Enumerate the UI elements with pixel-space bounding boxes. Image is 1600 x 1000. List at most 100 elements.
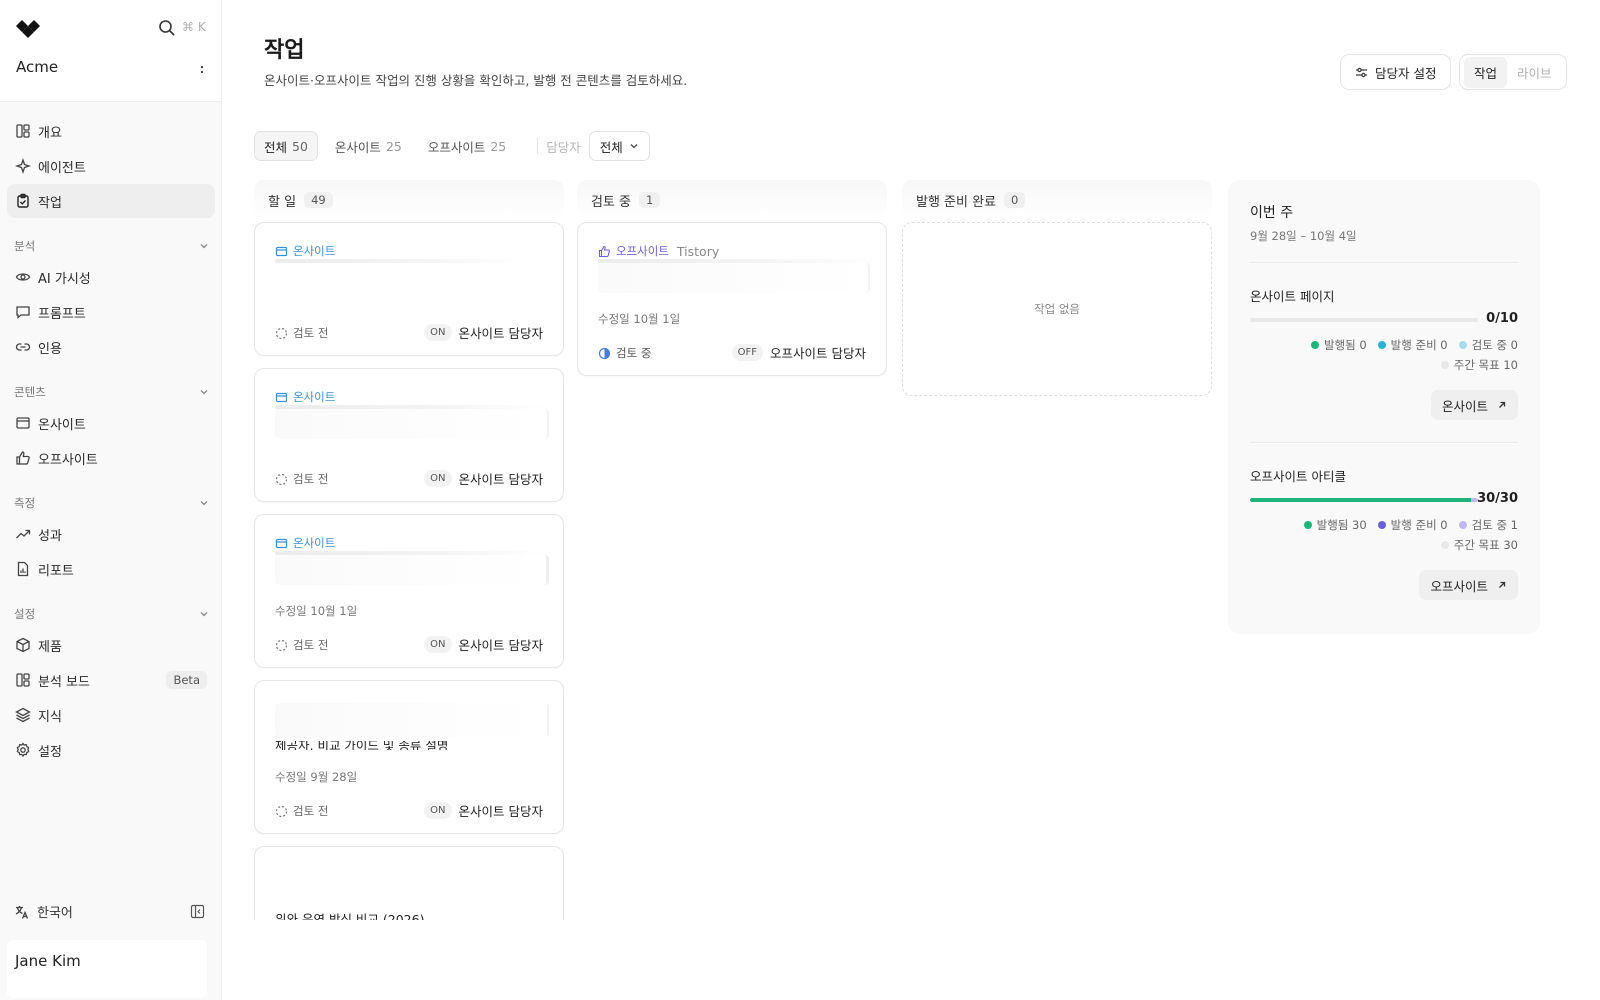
sidebar-item-reports[interactable]: 리포트	[7, 552, 215, 586]
eye-icon	[15, 273, 31, 281]
sidebar-item-analysis-board[interactable]: 분석 보드 Beta	[7, 663, 215, 697]
card-type: 오프사이트 Tistory	[598, 243, 719, 259]
offsite-legend: 발행됨 30 발행 준비 0 검토 중 1	[1293, 517, 1518, 533]
sidebar-item-settings[interactable]: 설정	[7, 733, 215, 767]
task-card[interactable]: 제공자, 비교 가이드 및 종류 설명 수정일 9월 28일 검토 전 ON 온…	[254, 680, 564, 834]
task-card[interactable]: 오프사이트 Tistory 수정일 10월 1일 검토 중 OFF 오프사이트 …	[577, 222, 887, 376]
task-card[interactable]: 온사이트 검토 전 ON 온사이트 담당자	[254, 222, 564, 356]
legend-label: 발행됨 30	[1316, 518, 1367, 532]
message-icon	[16, 306, 30, 319]
offsite-link-button[interactable]: 오프사이트	[1419, 570, 1518, 600]
sidebar-item-performance[interactable]: 성과	[7, 517, 215, 551]
sidebar-item-knowledge[interactable]: 지식	[7, 698, 215, 732]
sidebar-item-prompts[interactable]: 프롬프트	[7, 295, 215, 329]
filter-onsite[interactable]: 온사이트 25	[326, 131, 411, 161]
legend-dot	[1458, 521, 1467, 529]
user-menu[interactable]: Jane Kim	[7, 940, 207, 998]
owner-filter-select[interactable]: 전체	[588, 131, 650, 161]
trend-icon	[16, 529, 31, 539]
filter-offsite[interactable]: 오프사이트 25	[419, 131, 515, 161]
column-review: 검토 중 1 오프사이트 Tistory 수정일 10월 1일 검토 중 OFF…	[577, 180, 887, 376]
nav-section-title: 측정	[14, 496, 36, 510]
task-card[interactable]: 온사이트 검토 전 ON 온사이트 담당자	[254, 368, 564, 502]
nav-section-measure[interactable]: 측정	[14, 493, 210, 513]
legend-review: 검토 중 1	[1458, 517, 1518, 533]
layers-icon	[15, 707, 31, 723]
task-card[interactable]: 위와 운영 방식 비교 (2026)	[254, 846, 564, 920]
sidebar-item-citations[interactable]: 인용	[7, 330, 215, 364]
more-vertical-icon[interactable]	[200, 64, 204, 76]
search-shortcut: ⌘ K	[182, 20, 206, 34]
column-header: 발행 준비 완료 0	[902, 180, 1212, 220]
filter-all[interactable]: 전체 50	[254, 131, 318, 161]
translate-icon	[15, 905, 29, 919]
org-name[interactable]: Acme	[16, 58, 58, 76]
sidebar-item-ai-visibility[interactable]: AI 가시성	[7, 260, 215, 294]
status-dashed-icon	[275, 805, 288, 817]
owner-name: 온사이트 담당자	[458, 472, 543, 487]
card-platform: Tistory	[676, 243, 720, 259]
sidebar-collapse-icon[interactable]	[190, 904, 205, 919]
beta-badge: Beta	[166, 671, 207, 689]
sidebar-item-label: 제품	[38, 639, 62, 655]
status-dashed-icon	[275, 473, 288, 485]
nav-section-analysis[interactable]: 분석	[14, 236, 210, 256]
filter-label: 전체	[264, 139, 288, 155]
nav-section-settings[interactable]: 설정	[14, 604, 210, 624]
sidebar-item-products[interactable]: 제품	[7, 628, 215, 662]
owner-tag: ON	[424, 636, 452, 653]
card-content-skeleton	[275, 555, 549, 585]
legend-dot	[1440, 541, 1449, 549]
thumbs-up-icon	[16, 451, 30, 465]
filter-count: 25	[385, 138, 402, 154]
nav-section-content[interactable]: 콘텐츠	[14, 382, 210, 402]
owner-name: 온사이트 담당자	[458, 326, 543, 341]
onsite-link-button[interactable]: 온사이트	[1430, 390, 1518, 420]
legend-goal: 주간 목표 30	[1440, 537, 1518, 553]
search-icon[interactable]	[158, 19, 176, 37]
card-type: 온사이트	[275, 535, 335, 551]
column-count: 0	[1004, 192, 1026, 208]
offsite-legend-goal: 주간 목표 30	[1430, 537, 1518, 553]
sidebar-item-onsite[interactable]: 온사이트	[7, 406, 215, 440]
tab-live[interactable]: 라이브	[1507, 57, 1562, 88]
owner-tag: OFF	[731, 344, 764, 361]
sidebar-item-offsite[interactable]: 오프사이트	[7, 441, 215, 475]
chevron-down-icon	[200, 244, 208, 249]
divider	[1250, 262, 1518, 263]
offsite-progress-fill	[1250, 498, 1472, 502]
nav-section-title: 설정	[14, 607, 36, 621]
legend-label: 주간 목표 10	[1453, 358, 1518, 372]
owner-tag: ON	[424, 470, 452, 487]
sparkle-icon	[15, 158, 31, 174]
owner-settings-button[interactable]: 담당자 설정	[1340, 54, 1452, 90]
card-owner: ON 온사이트 담당자	[424, 635, 543, 654]
status-dashed-icon	[275, 327, 288, 339]
logo-icon[interactable]	[14, 18, 44, 40]
legend-dot	[1440, 361, 1449, 369]
owner-settings-label: 담당자 설정	[1375, 65, 1437, 81]
legend-dot	[1310, 341, 1319, 349]
card-owner: OFF 오프사이트 담당자	[731, 343, 866, 362]
link-icon	[15, 343, 31, 351]
sidebar-item-label: 온사이트	[38, 417, 86, 433]
sidebar-item-label: 인용	[38, 341, 62, 357]
card-content-skeleton	[275, 409, 549, 439]
sidebar-item-tasks[interactable]: 작업	[7, 184, 215, 218]
tab-tasks[interactable]: 작업	[1464, 56, 1508, 88]
sidebar-item-label: 지식	[38, 709, 62, 725]
chevron-down-icon	[200, 501, 208, 506]
column-title: 발행 준비 완료	[916, 194, 997, 210]
weekly-title: 이번 주	[1250, 205, 1294, 221]
card-title-skeleton	[275, 259, 515, 263]
sidebar-item-overview[interactable]: 개요	[7, 114, 215, 148]
language-switcher[interactable]: 한국어	[14, 902, 73, 921]
arrow-up-right-icon	[1499, 581, 1506, 588]
sidebar-item-agents[interactable]: 에이전트	[7, 149, 215, 183]
offsite-progress-value: 30/30	[1477, 491, 1518, 506]
filter-divider	[537, 138, 539, 154]
legend-label: 검토 중 1	[1471, 518, 1518, 532]
filter-count: 50	[292, 138, 308, 154]
filter-count: 25	[490, 138, 507, 154]
task-card[interactable]: 온사이트 수정일 10월 1일 검토 전 ON 온사이트 담당자	[254, 514, 564, 668]
